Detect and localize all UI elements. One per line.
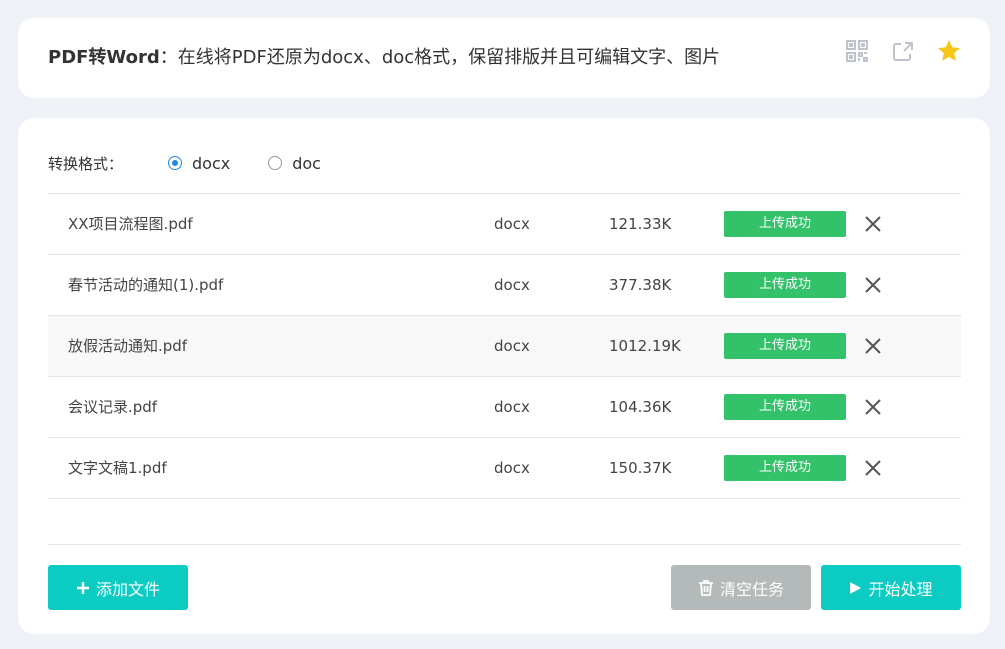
close-icon [865,460,881,476]
remove-file-button[interactable] [862,274,884,296]
title-tool-name: PDF转Word [48,47,160,68]
status-badge: 上传成功 [724,211,846,237]
file-name: 会议记录.pdf [68,398,158,416]
star-icon[interactable] [936,38,962,64]
close-icon [865,399,881,415]
file-format: docx [494,215,530,233]
file-list: XX项目流程图.pdf docx 121.33K 上传成功 春节活动的通知(1)… [48,193,961,499]
file-name: 文字文稿1.pdf [68,459,167,477]
close-icon [865,277,881,293]
remove-file-button[interactable] [862,213,884,235]
add-file-label: 添加文件 [95,579,160,599]
clear-tasks-button[interactable]: 清空任务 [671,565,811,610]
radio-docx[interactable] [168,156,182,170]
status-badge: 上传成功 [724,272,846,298]
converter-panel: 转换格式： docx doc XX项目流程图.pdf docx 121.33K … [18,118,990,634]
plus-icon [76,581,90,595]
page-title: PDF转Word：在线将PDF还原为docx、doc格式，保留排版并且可编辑文字… [48,46,720,70]
file-format: docx [494,276,530,294]
file-size: 150.37K [609,459,672,477]
file-size: 121.33K [609,215,672,233]
remove-file-button[interactable] [862,335,884,357]
status-badge: 上传成功 [724,333,846,359]
title-separator: ： [159,47,178,68]
status-badge: 上传成功 [724,455,846,481]
close-icon [865,216,881,232]
qrcode-icon[interactable] [844,38,870,64]
clear-tasks-label: 清空任务 [719,579,784,599]
status-badge: 上传成功 [724,394,846,420]
table-row: XX项目流程图.pdf docx 121.33K 上传成功 [48,194,961,255]
footer-divider [48,544,961,545]
format-option-label: docx [192,153,231,173]
table-row: 会议记录.pdf docx 104.36K 上传成功 [48,377,961,438]
file-name: XX项目流程图.pdf [68,215,193,233]
radio-doc[interactable] [268,156,283,170]
file-name: 放假活动通知.pdf [68,337,188,355]
add-file-button[interactable]: 添加文件 [48,565,188,610]
file-size: 1012.19K [609,337,681,355]
header-card: PDF转Word：在线将PDF还原为docx、doc格式，保留排版并且可编辑文字… [18,18,990,98]
format-option-docx[interactable]: docx [168,154,230,173]
close-icon [865,338,881,354]
share-icon[interactable] [890,38,916,64]
remove-file-button[interactable] [862,457,884,479]
file-size: 104.36K [609,398,672,416]
file-format: docx [494,337,530,355]
format-selector: 转换格式： docx doc [48,151,359,175]
table-row: 放假活动通知.pdf docx 1012.19K 上传成功 [48,316,961,377]
file-size: 377.38K [609,276,672,294]
title-description: 在线将PDF还原为docx、doc格式，保留排版并且可编辑文字、图片 [177,47,721,68]
start-processing-label: 开始处理 [868,579,933,599]
format-label: 转换格式： [48,154,124,173]
file-name: 春节活动的通知(1).pdf [68,276,224,294]
start-processing-button[interactable]: 开始处理 [821,565,961,610]
file-format: docx [494,459,530,477]
table-row: 文字文稿1.pdf docx 150.37K 上传成功 [48,438,961,499]
remove-file-button[interactable] [862,396,884,418]
format-option-label: doc [292,153,321,173]
table-row: 春节活动的通知(1).pdf docx 377.38K 上传成功 [48,255,961,316]
play-icon [849,581,862,595]
header-actions [844,38,962,64]
file-format: docx [494,398,530,416]
trash-icon [698,579,714,596]
format-option-doc[interactable]: doc [268,154,321,173]
